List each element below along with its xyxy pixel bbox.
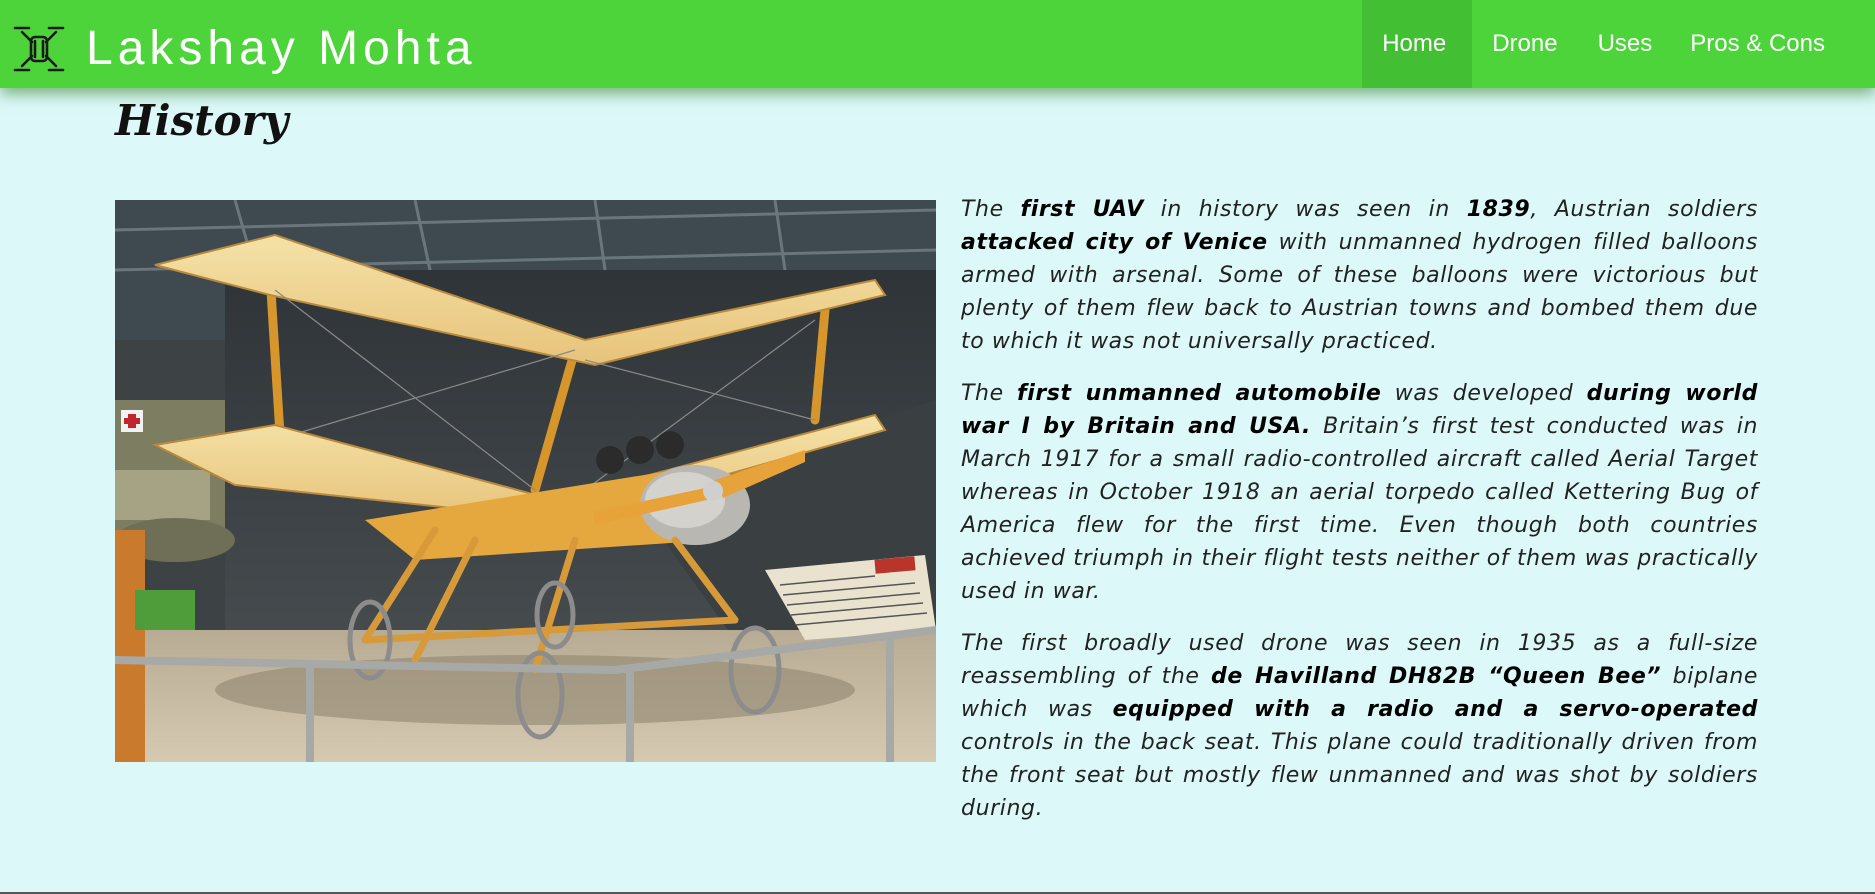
body-text: in history was seen in bbox=[1143, 197, 1467, 222]
body-text: Britain’s first test conducted was in Ma… bbox=[961, 414, 1758, 604]
main-nav: Home Drone Uses Pros & Cons bbox=[1362, 0, 1875, 88]
drone-icon bbox=[13, 26, 65, 72]
history-image bbox=[115, 200, 936, 762]
nav-pros-cons[interactable]: Pros & Cons bbox=[1672, 0, 1875, 88]
emphasis-text: first unmanned automobile bbox=[1017, 381, 1382, 406]
paragraph-1: The first UAV in history was seen in 183… bbox=[961, 193, 1758, 358]
body-text: , Austrian soldiers bbox=[1530, 197, 1758, 222]
emphasis-text: attacked city of Venice bbox=[961, 230, 1268, 255]
emphasis-text: de Havilland DH82B “Queen Bee” bbox=[1211, 664, 1662, 689]
body-text: The bbox=[961, 381, 1018, 406]
body-text: was developed bbox=[1381, 381, 1587, 406]
emphasis-text: first UAV bbox=[1020, 197, 1144, 222]
paragraph-2: The first unmanned automobile was develo… bbox=[961, 377, 1758, 608]
brand[interactable]: Lakshay Mohta bbox=[12, 22, 477, 76]
history-text: The first UAV in history was seen in 183… bbox=[961, 193, 1758, 844]
nav-home[interactable]: Home bbox=[1362, 0, 1473, 88]
body-text: controls in the back seat. This plane co… bbox=[961, 730, 1758, 821]
section-heading: History bbox=[115, 96, 289, 145]
emphasis-text: 1839 bbox=[1466, 197, 1531, 222]
brand-name: Lakshay Mohta bbox=[86, 22, 477, 75]
paragraph-3: The first broadly used drone was seen in… bbox=[961, 627, 1758, 825]
nav-drone[interactable]: Drone bbox=[1472, 0, 1577, 88]
navbar: Lakshay Mohta Home Drone Uses Pros & Con… bbox=[0, 0, 1875, 88]
nav-uses[interactable]: Uses bbox=[1578, 0, 1673, 88]
body-text: The bbox=[961, 197, 1021, 222]
biplane-illustration bbox=[115, 200, 936, 762]
emphasis-text: equipped with a radio and a servo-operat… bbox=[1112, 697, 1758, 722]
